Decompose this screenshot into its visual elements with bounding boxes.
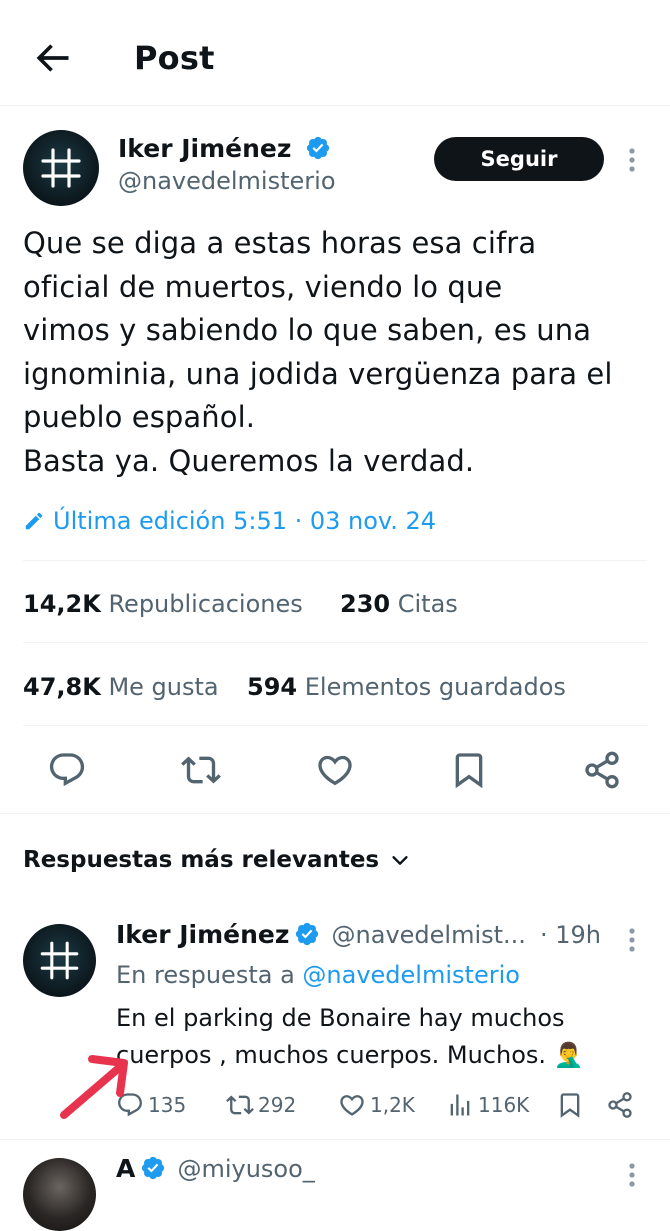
reply2-author-name[interactable]: A [116,1154,135,1183]
reply-repost-button[interactable]: 292 [226,1091,296,1119]
reply2-avatar[interactable] [23,1158,96,1231]
in-reply-handle[interactable]: @navedelmisterio [302,961,520,989]
verified-badge-icon [296,922,319,946]
reply-author-handle[interactable]: @navedelmist... [332,921,526,949]
like-button[interactable] [315,750,355,790]
quotes-stat[interactable]: 230 Citas [340,589,458,619]
more-vertical-icon [629,1163,635,1187]
quotes-count: 230 [340,590,391,618]
reply-more-button[interactable] [622,925,642,955]
divider [0,105,670,106]
views-chart-icon [450,1094,470,1116]
author-name-row[interactable]: Iker Jiménez [118,134,331,164]
reply-icon [49,753,85,787]
author-handle[interactable]: @navedelmisterio [118,166,336,196]
reply-avatar[interactable] [23,924,96,997]
in-reply-prefix: En respuesta a [116,961,295,989]
reply-bookmark-button[interactable] [556,1091,584,1119]
follow-button[interactable]: Seguir [434,137,604,181]
hash-logo-icon [40,941,79,980]
page-title: Post [134,39,215,77]
more-vertical-icon [629,928,635,952]
reply-like-button[interactable]: 1,2K [338,1091,415,1119]
divider [23,642,647,643]
author-name: Iker Jiménez [118,134,292,163]
reply-share-button[interactable] [606,1091,634,1119]
bookmarks-count: 594 [247,673,298,701]
bookmarks-label: Elementos guardados [304,673,566,701]
back-button[interactable] [30,36,74,80]
reply-replies-count: 135 [148,1093,187,1117]
in-reply-to: En respuesta a @navedelmisterio [116,960,520,990]
arrow-left-icon [36,44,69,72]
like-icon [340,1095,364,1116]
reply-reposts-count: 292 [258,1093,297,1117]
hash-logo-icon [41,148,81,188]
post-text-line: vimos y sabiendo lo que saben, es una [23,313,592,347]
share-icon [608,1092,632,1118]
reply-views-button[interactable]: 116K [446,1091,529,1119]
reply2-author-handle[interactable]: @miyusoo_ [177,1155,314,1183]
divider [0,813,670,814]
reposts-stat[interactable]: 14,2K Republicaciones [23,589,303,619]
share-button[interactable] [582,750,622,790]
reply-time: · 19h [540,921,602,949]
reposts-count: 14,2K [23,590,101,618]
like-icon [318,755,352,786]
chevron-down-icon [392,856,408,865]
reply2-header: A @miyusoo_ [116,1154,315,1184]
verified-badge-icon [142,1156,165,1180]
edit-history-link[interactable]: Última edición 5:51 · 03 nov. 24 [23,503,436,539]
reply-author-name[interactable]: Iker Jiménez [116,920,289,949]
pencil-icon [25,512,43,530]
divider [0,1139,670,1140]
annotation-arrow [60,1055,128,1119]
reply-text: En el parking de Bonaire hay muchos cuer… [116,1000,656,1074]
repost-icon [181,756,221,784]
divider [23,725,647,726]
replies-sort-dropdown[interactable]: Respuestas más relevantes [23,843,411,877]
reply-views-count: 116K [478,1093,530,1117]
avatar[interactable] [23,130,99,206]
reply-text-line: cuerpos , muchos cuerpos. Muchos. 🤦‍♂️ [116,1041,584,1069]
bookmark-icon [455,753,483,789]
reply-likes-count: 1,2K [370,1093,415,1117]
repost-button[interactable] [181,750,221,790]
replies-sort-label: Respuestas más relevantes [23,847,380,873]
post-text-line: pueblo español. [23,400,256,434]
reposts-label: Republicaciones [108,590,303,618]
repost-icon [226,1095,254,1115]
reply-text-line: En el parking de Bonaire hay muchos [116,1004,565,1032]
verified-badge-icon [307,136,330,160]
divider [23,560,647,561]
post-text-line: ignominia, una jodida vergüenza para el [23,356,613,391]
post-text-line: Basta ya. Queremos la verdad. [23,443,475,478]
more-options-button[interactable] [622,145,642,175]
more-vertical-icon [629,148,635,172]
quotes-label: Citas [397,590,458,618]
edited-label: Última edición 5:51 · 03 nov. 24 [53,507,437,535]
bookmarks-stat[interactable]: 594 Elementos guardados [247,672,566,702]
post-text: Que se diga a estas horas esa cifra ofic… [23,222,653,483]
share-icon [585,751,619,789]
bookmark-button[interactable] [449,750,489,790]
likes-label: Me gusta [108,673,219,701]
reply2-more-button[interactable] [622,1160,642,1190]
post-text-line: Que se diga a estas horas esa cifra [23,226,537,260]
likes-stat[interactable]: 47,8K Me gusta [23,672,219,702]
reply-button[interactable] [47,750,87,790]
likes-count: 47,8K [23,673,101,701]
bookmark-icon [560,1093,580,1118]
reply-header: Iker Jiménez @navedelmist... [116,920,526,950]
post-text-line: oficial de muertos, viendo lo que [23,269,503,304]
